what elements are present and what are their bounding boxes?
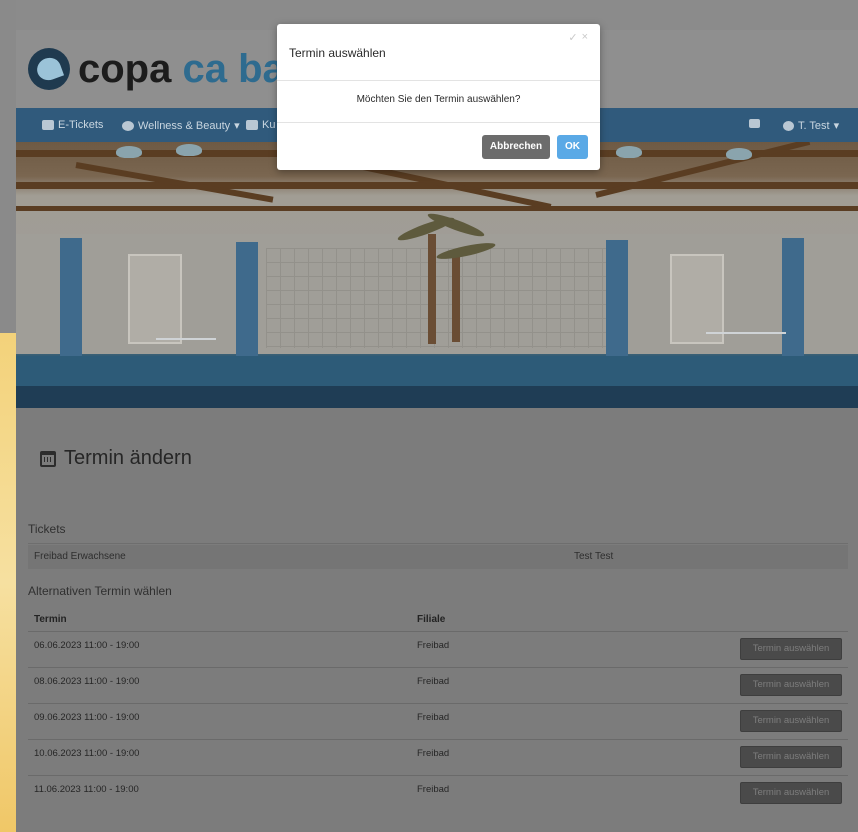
check-icon: ✓ — [568, 32, 578, 44]
page-title: Termin ändern — [40, 447, 192, 470]
dialog-divider — [277, 80, 600, 81]
nav-item-wellness-beauty[interactable]: Wellness & Beauty ▾ — [122, 119, 240, 132]
hall-door — [128, 254, 182, 344]
table-row: 11.06.2023 11:00 - 19:00 Freibad Termin … — [28, 775, 848, 811]
ticket-icon — [42, 120, 54, 130]
logo-text-part1: copa — [78, 47, 172, 91]
row-branch: Freibad — [417, 676, 450, 687]
nav-item-ku[interactable]: Ku — [246, 119, 275, 131]
table-row: 06.06.2023 11:00 - 19:00 Freibad Termin … — [28, 631, 848, 667]
select-date-button[interactable]: Termin auswählen — [740, 674, 842, 696]
dialog-header-icons: ✓ × — [568, 31, 588, 44]
row-branch: Freibad — [417, 712, 450, 723]
ok-button[interactable]: OK — [557, 135, 588, 159]
cart-button[interactable] — [749, 119, 760, 128]
ticket-name: Freibad Erwachsene — [34, 551, 126, 562]
table-row: 09.06.2023 11:00 - 19:00 Freibad Termin … — [28, 703, 848, 739]
hero-image — [16, 142, 858, 386]
ticket-row: Freibad Erwachsene Test Test — [28, 545, 848, 569]
select-date-button[interactable]: Termin auswählen — [740, 782, 842, 804]
close-icon[interactable]: × — [582, 31, 588, 44]
row-date: 08.06.2023 11:00 - 19:00 — [34, 676, 140, 687]
user-menu-label: T. Test — [798, 119, 830, 132]
select-date-button[interactable]: Termin auswählen — [740, 710, 842, 732]
chevron-down-icon: ▾ — [833, 120, 840, 132]
palm-logo-icon — [28, 48, 70, 90]
user-menu[interactable]: T. Test ▾ — [783, 119, 839, 132]
palm-trunk — [452, 252, 460, 342]
pool-water — [16, 356, 858, 386]
column-header-filiale: Filiale — [417, 614, 446, 625]
table-row: 08.06.2023 11:00 - 19:00 Freibad Termin … — [28, 667, 848, 703]
page-title-text: Termin ändern — [64, 447, 192, 469]
calendar-icon — [40, 450, 56, 467]
divider — [28, 543, 848, 544]
palm-trunk — [428, 234, 436, 344]
select-date-button[interactable]: Termin auswählen — [740, 746, 842, 768]
ceiling-beam — [16, 206, 858, 211]
blue-pillar — [236, 242, 258, 356]
column-header-termin: Termin — [34, 614, 67, 625]
tile-grid — [266, 248, 606, 348]
row-date: 06.06.2023 11:00 - 19:00 — [34, 640, 140, 651]
nav-item-label: E-Tickets — [58, 119, 104, 131]
pool-rail — [156, 338, 216, 340]
ceiling-lamp — [176, 144, 202, 156]
table-row: 10.06.2023 11:00 - 19:00 Freibad Termin … — [28, 739, 848, 775]
row-date: 10.06.2023 11:00 - 19:00 — [34, 748, 140, 759]
blue-pillar — [606, 240, 628, 356]
ceiling-lamp — [116, 146, 142, 158]
gears-icon — [783, 120, 794, 131]
nav-item-label: Wellness & Beauty — [138, 119, 231, 132]
row-date: 11.06.2023 11:00 - 19:00 — [34, 784, 139, 795]
nav-item-label: Ku — [262, 119, 276, 131]
list-icon — [246, 120, 258, 130]
chevron-down-icon: ▾ — [234, 120, 240, 132]
select-date-button[interactable]: Termin auswählen — [740, 638, 842, 660]
hall-door — [670, 254, 724, 344]
confirm-dialog: ✓ × Termin auswählen Möchten Sie den Ter… — [277, 24, 600, 170]
heart-icon — [122, 120, 134, 131]
row-branch: Freibad — [417, 640, 450, 651]
left-decor-strip — [0, 0, 16, 832]
row-date: 09.06.2023 11:00 - 19:00 — [34, 712, 140, 723]
tickets-heading: Tickets — [28, 522, 66, 536]
alternative-date-heading: Alternativen Termin wählen — [28, 584, 172, 598]
row-branch: Freibad — [417, 784, 450, 795]
ceiling-lamp — [616, 146, 642, 158]
hero-bottom-band — [16, 386, 858, 408]
dialog-title: Termin auswählen — [289, 46, 386, 60]
dialog-divider — [277, 122, 600, 123]
cancel-button[interactable]: Abbrechen — [482, 135, 550, 159]
dialog-message: Möchten Sie den Termin auswählen? — [356, 94, 521, 105]
row-branch: Freibad — [417, 748, 450, 759]
nav-item-e-tickets[interactable]: E-Tickets — [42, 119, 103, 131]
pool-rail — [706, 332, 786, 334]
ceiling-lamp — [726, 148, 752, 160]
ticket-holder: Test Test — [574, 551, 614, 562]
blue-pillar — [782, 238, 804, 356]
blue-pillar — [60, 238, 82, 356]
cart-icon — [749, 119, 760, 128]
